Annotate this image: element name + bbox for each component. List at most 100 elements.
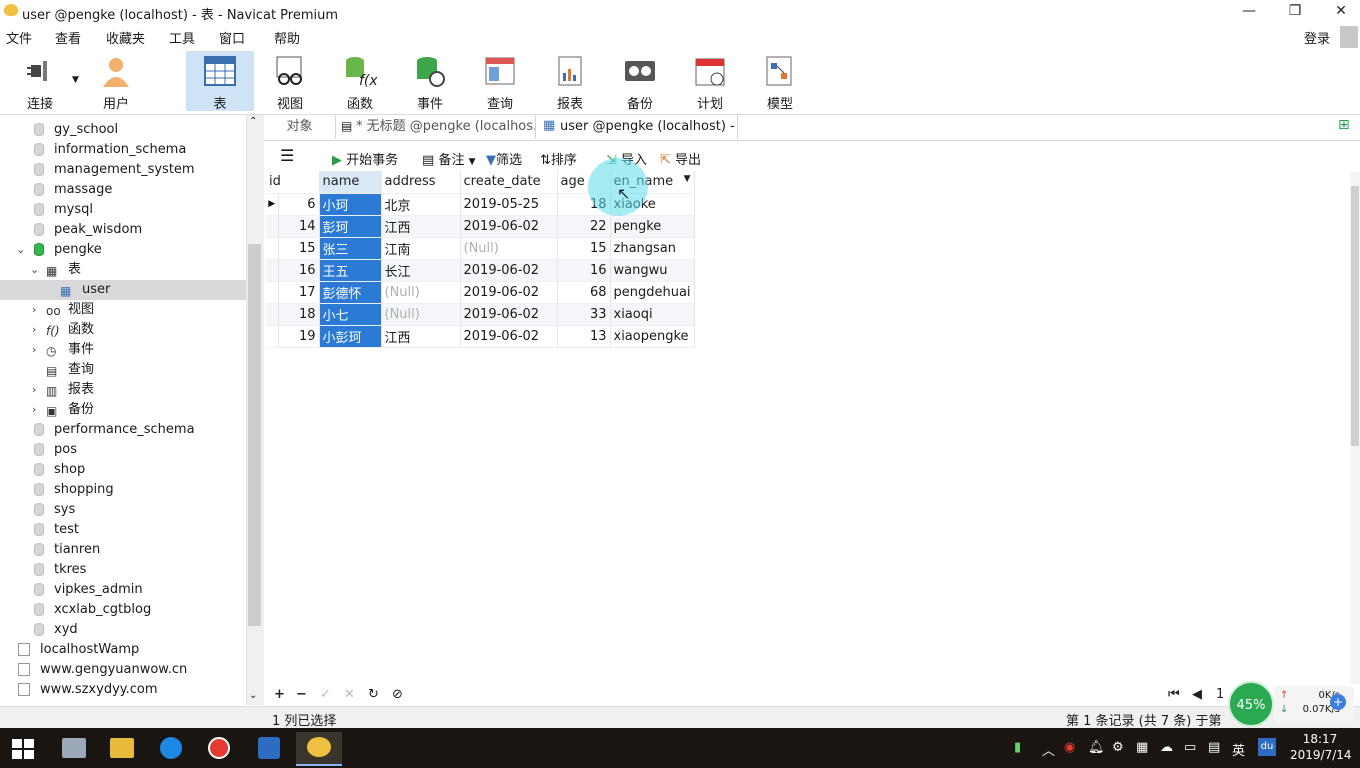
- cell-create-date[interactable]: 2019-06-02: [460, 215, 558, 238]
- ime-indicator[interactable]: 英: [1232, 740, 1245, 759]
- action-center-icon[interactable]: ▤: [1208, 740, 1220, 755]
- cell-en-name[interactable]: wangwu: [610, 259, 695, 282]
- menu-help[interactable]: 帮助: [274, 28, 300, 47]
- record-tray-icon[interactable]: ◉: [1064, 740, 1075, 755]
- tree-item-queries[interactable]: ▤ 查询: [0, 360, 246, 380]
- cell-id[interactable]: 15: [278, 237, 320, 260]
- tree-item-tkres[interactable]: tkres: [0, 560, 246, 580]
- tree-item-xcxlab-cgtblog[interactable]: xcxlab_cgtblog: [0, 600, 246, 620]
- cell-create-date[interactable]: (Null): [460, 237, 558, 260]
- cell-address[interactable]: (Null): [381, 303, 461, 326]
- scroll-up-icon[interactable]: ⌃: [249, 116, 257, 127]
- menu-tools[interactable]: 工具: [169, 28, 195, 47]
- toolbar-connection-button[interactable]: 连接 ▼: [6, 51, 79, 112]
- row-header[interactable]: [266, 303, 279, 326]
- cell-id[interactable]: 17: [278, 281, 320, 304]
- chevron-right-icon[interactable]: ›: [32, 380, 36, 400]
- table-row[interactable]: 18 小七 (Null) 2019-06-02 33 xiaoqi: [266, 303, 695, 326]
- tree-item-vipkes-admin[interactable]: vipkes_admin: [0, 580, 246, 600]
- cell-address[interactable]: 江南: [381, 237, 461, 260]
- notification-bell-icon[interactable]: 🔔︎: [1088, 740, 1105, 755]
- cell-create-date[interactable]: 2019-06-02: [460, 325, 558, 348]
- first-page-icon[interactable]: ⏮: [1168, 687, 1180, 702]
- tab-untitled-query[interactable]: * 无标题 @pengke (localhos...: [336, 115, 536, 139]
- cell-age[interactable]: 33: [557, 303, 611, 326]
- cell-age[interactable]: 16: [557, 259, 611, 282]
- taskbar-app-explorer-icon[interactable]: [52, 732, 96, 764]
- chevron-down-icon[interactable]: ⌄: [30, 260, 39, 280]
- chevron-up-icon[interactable]: ︿: [1042, 740, 1055, 759]
- toolbar-report-button[interactable]: 报表: [536, 51, 604, 112]
- baidu-icon[interactable]: du: [1258, 738, 1276, 756]
- tree-item-events[interactable]: › ◷ 事件: [0, 340, 246, 360]
- discard-icon[interactable]: ✕: [344, 687, 355, 702]
- table-row[interactable]: 16 王五 长江 2019-06-02 16 wangwu: [266, 259, 695, 282]
- tree-item-peak-wisdom[interactable]: peak_wisdom: [0, 220, 246, 240]
- cell-create-date[interactable]: 2019-06-02: [460, 281, 558, 304]
- memo-button[interactable]: ▤ 备注 ▼: [422, 149, 476, 168]
- close-button[interactable]: ✕: [1318, 0, 1360, 24]
- cell-id[interactable]: 6: [278, 193, 320, 216]
- tree-item-user[interactable]: ▦ user: [0, 280, 246, 300]
- tree-item-shop[interactable]: shop: [0, 460, 246, 480]
- toolbar-event-button[interactable]: 事件: [396, 51, 464, 112]
- cell-address[interactable]: 江西: [381, 325, 461, 348]
- add-tab-icon[interactable]: ⊞: [1338, 117, 1350, 133]
- cell-address[interactable]: 江西: [381, 215, 461, 238]
- cell-age[interactable]: 22: [557, 215, 611, 238]
- cell-name[interactable]: 张三: [319, 237, 382, 260]
- tree-item-pos[interactable]: pos: [0, 440, 246, 460]
- delete-record-icon[interactable]: −: [296, 687, 307, 702]
- avatar[interactable]: [1340, 26, 1358, 48]
- row-header[interactable]: [266, 259, 279, 282]
- cell-name[interactable]: 王五: [319, 259, 382, 282]
- cell-name[interactable]: 小七: [319, 303, 382, 326]
- tree-item-gengyuanwow[interactable]: www.gengyuanwow.cn: [0, 660, 246, 680]
- chevron-right-icon[interactable]: ›: [32, 340, 36, 360]
- chevron-down-icon[interactable]: ⌄: [16, 240, 25, 260]
- tree-item-tianren[interactable]: tianren: [0, 540, 246, 560]
- cell-address[interactable]: 北京: [381, 193, 461, 216]
- grid-scrollbar-thumb[interactable]: [1351, 186, 1359, 446]
- column-header-name[interactable]: name: [319, 171, 382, 194]
- menu-icon[interactable]: ☰: [280, 146, 294, 165]
- cell-name[interactable]: 彭德怀: [319, 281, 382, 304]
- tree-item-views[interactable]: › oo 视图: [0, 300, 246, 320]
- login-link[interactable]: 登录: [1304, 28, 1330, 47]
- keyboard-icon[interactable]: ▦: [1136, 740, 1148, 755]
- tree-item-mysql[interactable]: mysql: [0, 200, 246, 220]
- battery-icon[interactable]: ▮: [1014, 740, 1021, 755]
- table-row[interactable]: 17 彭德怀 (Null) 2019-06-02 68 pengdehuai: [266, 281, 695, 304]
- table-row[interactable]: 15 张三 江南 (Null) 15 zhangsan: [266, 237, 695, 260]
- taskbar-browser-icon[interactable]: [150, 732, 194, 764]
- chevron-right-icon[interactable]: ›: [32, 400, 36, 420]
- sort-button[interactable]: ⇅排序: [540, 149, 577, 168]
- cell-id[interactable]: 18: [278, 303, 320, 326]
- tree-item-localhostwamp[interactable]: localhostWamp: [0, 640, 246, 660]
- sidebar-scrollbar-thumb[interactable]: [248, 244, 261, 626]
- cell-address[interactable]: 长江: [381, 259, 461, 282]
- chevron-down-icon[interactable]: ▼: [72, 75, 79, 85]
- maximize-button[interactable]: ❐: [1272, 0, 1318, 24]
- previous-page-icon[interactable]: ◀: [1192, 687, 1202, 702]
- scroll-down-icon[interactable]: ⌄: [249, 690, 257, 701]
- tree-item-shopping[interactable]: shopping: [0, 480, 246, 500]
- column-header-address[interactable]: address: [381, 171, 461, 194]
- tree-item-backups[interactable]: › ▣ 备份: [0, 400, 246, 420]
- tree-item-functions[interactable]: › f() 函数: [0, 320, 246, 340]
- apply-icon[interactable]: ✓: [320, 687, 331, 702]
- page-number[interactable]: 1: [1216, 687, 1224, 702]
- tree-item-pengke[interactable]: ⌄ pengke: [0, 240, 246, 260]
- cell-name[interactable]: 彭珂: [319, 215, 382, 238]
- tree-item-massage[interactable]: massage: [0, 180, 246, 200]
- tab-user-table[interactable]: user @pengke (localhost) - ...: [536, 115, 738, 139]
- network-icon[interactable]: ▭: [1184, 740, 1196, 755]
- row-header[interactable]: [266, 237, 279, 260]
- column-header-id[interactable]: id: [266, 171, 320, 194]
- cell-en-name[interactable]: pengdehuai: [610, 281, 695, 304]
- stop-icon[interactable]: ⊘: [392, 687, 403, 702]
- cell-age[interactable]: 68: [557, 281, 611, 304]
- filter-button[interactable]: ▼筛选: [486, 149, 522, 168]
- tree-item-sys[interactable]: sys: [0, 500, 246, 520]
- cell-en-name[interactable]: pengke: [610, 215, 695, 238]
